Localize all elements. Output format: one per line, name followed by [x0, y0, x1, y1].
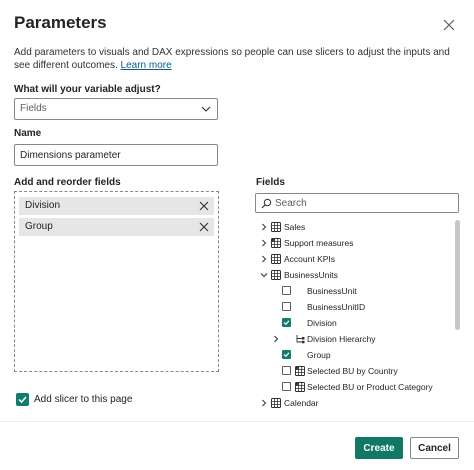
add-slicer-label: Add slicer to this page	[34, 394, 133, 405]
tree-item-label: Sales	[284, 222, 306, 232]
variable-label: What will your variable adjust?	[14, 84, 161, 95]
tree-item-businessunits[interactable]: BusinessUnits	[255, 267, 452, 283]
dialog-description: Add parameters to visuals and DAX expres…	[14, 46, 454, 72]
add-slicer-checkbox[interactable]	[16, 393, 29, 406]
table-icon	[271, 222, 281, 232]
table-icon	[271, 270, 281, 280]
field-chip-label: Division	[25, 200, 61, 211]
tree-item-group[interactable]: Group	[255, 347, 452, 363]
chevron-down-icon[interactable]	[260, 271, 268, 279]
fields-scrollbar[interactable]	[455, 220, 460, 330]
tree-item-account-kpis[interactable]: Account KPIs	[255, 251, 452, 267]
checkmark-icon	[283, 320, 290, 326]
field-checkbox[interactable]	[282, 318, 291, 327]
field-chip-label: Group	[25, 221, 53, 232]
checkmark-icon	[283, 352, 290, 358]
tree-item-division-hierarchy[interactable]: Division Hierarchy	[255, 331, 452, 347]
remove-icon[interactable]	[198, 200, 210, 212]
reorder-fields-dropzone[interactable]: Division Group	[14, 191, 219, 372]
description-text: Add parameters to visuals and DAX expres…	[14, 47, 450, 71]
table-icon	[271, 398, 281, 408]
name-label: Name	[14, 128, 42, 139]
search-icon	[261, 198, 272, 209]
tree-item-label: Selected BU or Product Category	[307, 382, 433, 392]
table-icon	[271, 254, 281, 264]
chevron-right-icon[interactable]	[260, 399, 268, 407]
dialog-title: Parameters	[14, 13, 107, 32]
chevron-right-icon[interactable]	[272, 335, 280, 343]
footer-divider	[0, 421, 474, 422]
tree-item-label: Group	[307, 350, 331, 360]
tree-item-label: BusinessUnits	[284, 270, 338, 280]
tree-item-support-measures[interactable]: Support measures	[255, 235, 452, 251]
field-checkbox[interactable]	[282, 350, 291, 359]
fields-label: Fields	[256, 177, 285, 188]
hierarchy-icon	[296, 335, 305, 344]
tree-item-division[interactable]: Division	[255, 315, 452, 331]
field-checkbox[interactable]	[282, 286, 291, 295]
fields-search[interactable]	[255, 193, 459, 213]
tree-item-label: BusinessUnit	[307, 286, 357, 296]
tree-item-label: Division Hierarchy	[307, 334, 376, 344]
tree-item-label: Selected BU by Country	[307, 366, 398, 376]
close-button[interactable]	[440, 16, 458, 34]
reorder-label: Add and reorder fields	[14, 177, 121, 188]
tree-item-label: Division	[307, 318, 337, 328]
cancel-button[interactable]: Cancel	[410, 437, 459, 459]
field-chip-division[interactable]: Division	[19, 197, 214, 215]
remove-icon[interactable]	[198, 221, 210, 233]
calc-table-icon	[271, 238, 281, 248]
name-input[interactable]	[14, 144, 218, 166]
tree-item-selected-bu-or-product-category[interactable]: Selected BU or Product Category	[255, 379, 452, 395]
chevron-right-icon[interactable]	[260, 239, 268, 247]
chevron-right-icon[interactable]	[260, 255, 268, 263]
tree-item-calendar[interactable]: Calendar	[255, 395, 452, 411]
calc-table-icon	[295, 382, 305, 392]
tree-item-sales[interactable]: Sales	[255, 219, 452, 235]
tree-item-businessunit[interactable]: BusinessUnit	[255, 283, 452, 299]
tree-item-label: Support measures	[284, 238, 354, 248]
field-chip-group[interactable]: Group	[19, 218, 214, 236]
tree-item-label: BusinessUnitID	[307, 302, 366, 312]
variable-type-value: Fields	[20, 103, 47, 114]
field-checkbox[interactable]	[282, 366, 291, 375]
chevron-down-icon	[201, 106, 211, 112]
tree-item-label: Account KPIs	[284, 254, 336, 264]
create-button[interactable]: Create	[355, 437, 403, 459]
chevron-right-icon[interactable]	[260, 223, 268, 231]
tree-item-label: Calendar	[284, 398, 319, 408]
calc-table-icon	[295, 366, 305, 376]
field-checkbox[interactable]	[282, 302, 291, 311]
variable-type-dropdown[interactable]: Fields	[14, 98, 218, 120]
learn-more-link[interactable]: Learn more	[121, 60, 172, 71]
checkmark-icon	[18, 396, 27, 404]
field-checkbox[interactable]	[282, 382, 291, 391]
close-icon	[443, 19, 455, 31]
search-input[interactable]	[275, 195, 455, 211]
tree-item-businessunitid[interactable]: BusinessUnitID	[255, 299, 452, 315]
tree-item-selected-bu-by-country[interactable]: Selected BU by Country	[255, 363, 452, 379]
fields-tree: Sales Support measures Account KPIs Busines…	[255, 219, 452, 417]
